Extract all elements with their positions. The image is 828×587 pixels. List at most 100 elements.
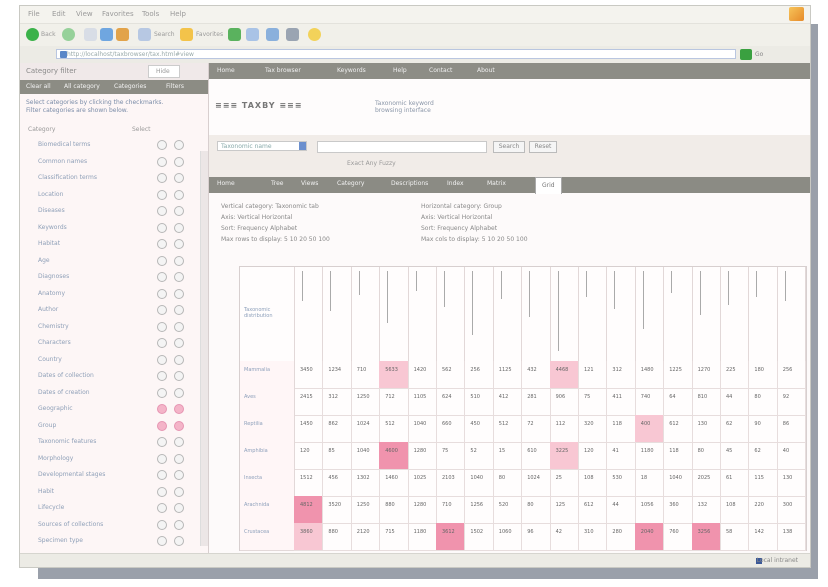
exclude-toggle-icon[interactable] bbox=[174, 255, 184, 266]
grid-cell[interactable]: 75 bbox=[578, 388, 608, 416]
grid-cell[interactable]: 1270 bbox=[691, 361, 721, 389]
grid-cell[interactable]: 42 bbox=[549, 523, 579, 551]
grid-cell[interactable]: 4600 bbox=[379, 442, 409, 470]
sidebar-category-item[interactable]: Diagnoses bbox=[20, 270, 200, 283]
grid-column-header[interactable] bbox=[351, 267, 381, 361]
sidebar-category-item[interactable]: Habit bbox=[20, 485, 200, 498]
grid-cell[interactable]: 1256 bbox=[464, 496, 494, 524]
grid-cell[interactable]: 562 bbox=[436, 361, 466, 389]
include-toggle-icon[interactable] bbox=[157, 255, 167, 266]
grid-row-header[interactable]: Reptilia bbox=[240, 415, 295, 443]
grid-cell[interactable]: 1105 bbox=[407, 388, 437, 416]
grid-cell[interactable]: 2040 bbox=[634, 523, 665, 551]
print-icon[interactable] bbox=[286, 28, 299, 41]
grid-column-header[interactable] bbox=[578, 267, 608, 361]
grid-cell[interactable]: 281 bbox=[521, 388, 551, 416]
sidebar-category-item[interactable]: Classification terms bbox=[20, 171, 200, 184]
grid-cell[interactable]: 2120 bbox=[350, 523, 381, 551]
grid-cell[interactable]: 1024 bbox=[521, 469, 551, 497]
grid-cell[interactable]: 85 bbox=[322, 442, 352, 470]
include-toggle-icon[interactable] bbox=[157, 371, 167, 381]
search-button[interactable]: Search bbox=[493, 141, 525, 153]
sidebar-category-item[interactable]: Diseases bbox=[20, 204, 200, 217]
grid-cell[interactable]: 52 bbox=[464, 442, 494, 470]
messenger-icon[interactable] bbox=[308, 28, 321, 41]
grid-cell[interactable]: 125 bbox=[549, 496, 579, 524]
sidebar-category-item[interactable]: Dates of collection bbox=[20, 369, 200, 382]
search-field-select[interactable]: Taxonomic name bbox=[217, 141, 307, 151]
grid-row-header[interactable]: Insecta bbox=[240, 469, 295, 497]
exclude-toggle-icon[interactable] bbox=[174, 305, 184, 315]
nav-home[interactable]: Home bbox=[217, 67, 235, 74]
grid-cell[interactable]: 25 bbox=[549, 469, 579, 497]
include-toggle-icon[interactable] bbox=[157, 404, 167, 414]
grid-cell[interactable]: 1250 bbox=[350, 388, 381, 416]
reset-button[interactable]: Reset bbox=[529, 141, 557, 153]
exclude-toggle-icon[interactable] bbox=[174, 404, 184, 414]
grid-cell[interactable]: 115 bbox=[748, 469, 778, 497]
exclude-toggle-icon[interactable] bbox=[174, 519, 184, 530]
grid-cell[interactable]: 710 bbox=[436, 496, 466, 524]
grid-cell[interactable]: 624 bbox=[436, 388, 466, 416]
nav-keywords[interactable]: Keywords bbox=[337, 67, 366, 74]
stop-icon[interactable] bbox=[84, 28, 97, 41]
grid-cell[interactable]: 220 bbox=[748, 496, 778, 524]
include-toggle-icon[interactable] bbox=[157, 486, 167, 497]
grid-column-header[interactable] bbox=[379, 267, 409, 361]
include-toggle-icon[interactable] bbox=[157, 338, 167, 348]
home-icon[interactable] bbox=[116, 28, 129, 41]
grid-cell[interactable]: 130 bbox=[776, 469, 807, 497]
sidebar-tab-clear[interactable]: Clear all bbox=[26, 83, 51, 90]
exclude-toggle-icon[interactable] bbox=[174, 288, 184, 299]
grid-cell[interactable]: 2415 bbox=[294, 388, 324, 416]
include-toggle-icon[interactable] bbox=[157, 140, 167, 150]
exclude-toggle-icon[interactable] bbox=[174, 371, 184, 381]
grid-cell[interactable]: 80 bbox=[521, 496, 551, 524]
exclude-toggle-icon[interactable] bbox=[174, 272, 184, 282]
include-toggle-icon[interactable] bbox=[157, 321, 167, 332]
grid-cell[interactable]: 92 bbox=[776, 388, 807, 416]
exclude-toggle-icon[interactable] bbox=[174, 387, 184, 398]
grid-cell[interactable]: 3450 bbox=[294, 361, 324, 389]
grid-cell[interactable]: 520 bbox=[492, 496, 523, 524]
menu-favorites[interactable]: Favorites bbox=[102, 10, 134, 18]
grid-column-header[interactable] bbox=[720, 267, 750, 361]
search-options[interactable]: Exact Any Fuzzy bbox=[347, 160, 396, 167]
grid-column-header[interactable] bbox=[606, 267, 636, 361]
grid-cell[interactable]: 1024 bbox=[350, 415, 381, 443]
grid-column-header[interactable] bbox=[550, 267, 579, 361]
history-icon[interactable] bbox=[246, 28, 259, 41]
sidebar-category-item[interactable]: Developmental stages bbox=[20, 468, 200, 481]
grid-cell[interactable]: 44 bbox=[606, 496, 636, 524]
tab-views[interactable]: Views bbox=[301, 180, 318, 187]
grid-cell[interactable]: 18 bbox=[634, 469, 665, 497]
sidebar-category-item[interactable]: Author bbox=[20, 303, 200, 316]
grid-cell[interactable]: 312 bbox=[606, 361, 636, 389]
grid-column-header[interactable] bbox=[663, 267, 693, 361]
grid-column-header[interactable] bbox=[521, 267, 551, 361]
go-icon[interactable] bbox=[740, 49, 752, 60]
address-input[interactable]: http://localhost/taxbrowser/tax.html#vie… bbox=[56, 49, 736, 59]
sidebar-tab-all[interactable]: All category bbox=[64, 83, 100, 90]
include-toggle-icon[interactable] bbox=[157, 420, 167, 431]
include-toggle-icon[interactable] bbox=[157, 503, 167, 513]
tab-category[interactable]: Category bbox=[337, 180, 364, 187]
sidebar-category-item[interactable]: Biomedical terms bbox=[20, 138, 200, 151]
exclude-toggle-icon[interactable] bbox=[174, 453, 184, 464]
grid-row-header[interactable]: Amphibia bbox=[240, 442, 295, 470]
grid-cell[interactable]: 1420 bbox=[407, 361, 437, 389]
exclude-toggle-icon[interactable] bbox=[174, 156, 184, 167]
exclude-toggle-icon[interactable] bbox=[174, 140, 184, 150]
grid-cell[interactable]: 906 bbox=[549, 388, 579, 416]
sidebar-category-item[interactable]: Group bbox=[20, 419, 200, 432]
grid-cell[interactable]: 530 bbox=[606, 469, 636, 497]
grid-cell[interactable]: 660 bbox=[436, 415, 466, 443]
grid-cell[interactable]: 320 bbox=[578, 415, 608, 443]
grid-cell[interactable]: 256 bbox=[776, 361, 807, 389]
grid-cell[interactable]: 1225 bbox=[663, 361, 693, 389]
grid-cell[interactable]: 1040 bbox=[464, 469, 494, 497]
grid-cell[interactable]: 1125 bbox=[492, 361, 523, 389]
tab-matrix[interactable]: Matrix bbox=[487, 180, 506, 187]
grid-cell[interactable]: 120 bbox=[578, 442, 608, 470]
menu-view[interactable]: View bbox=[76, 10, 93, 18]
